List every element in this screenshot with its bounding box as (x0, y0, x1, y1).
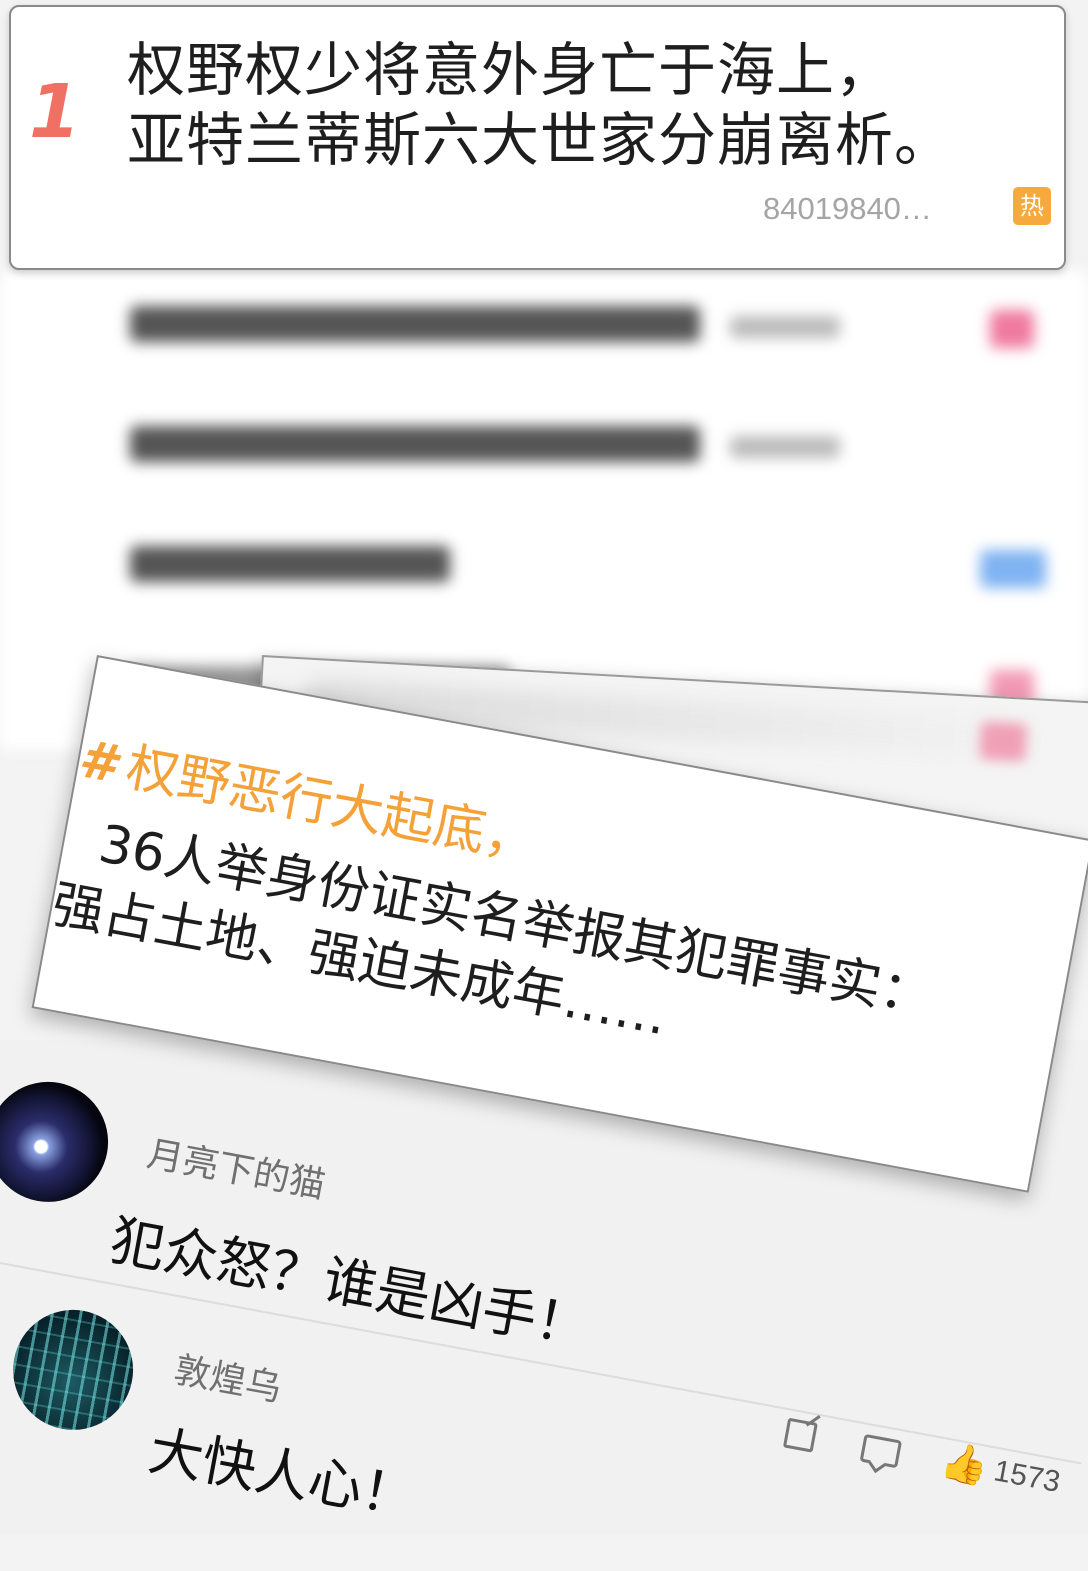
hot-badge: 热 (1013, 187, 1051, 225)
share-icon[interactable] (782, 1417, 818, 1453)
headline-line-1: 权野权少将意外身亡于海上， (127, 36, 895, 104)
blurred-list-item (0, 270, 1088, 391)
thumbs-up-icon[interactable]: 👍 (937, 1438, 992, 1490)
blurred-hot-search-list (0, 270, 1088, 751)
hash-icon: # (74, 729, 121, 795)
hot-search-top-item[interactable]: 1 权野权少将意外身亡于海上， 亚特兰蒂斯六大世家分崩离析。 84019840…… (9, 5, 1066, 270)
blurred-list-item (0, 510, 1088, 631)
like-count: 1573 (991, 1454, 1063, 1499)
hot-search-headline: 权野权少将意外身亡于海上， 亚特兰蒂斯六大世家分崩离析。 (127, 35, 1027, 175)
comment-icon[interactable] (859, 1433, 903, 1469)
blurred-list-item (0, 390, 1088, 511)
headline-line-2: 亚特兰蒂斯六大世家分崩离析。 (127, 106, 954, 174)
rank-number: 1 (29, 69, 81, 155)
hot-search-count: 84019840… (763, 191, 932, 226)
